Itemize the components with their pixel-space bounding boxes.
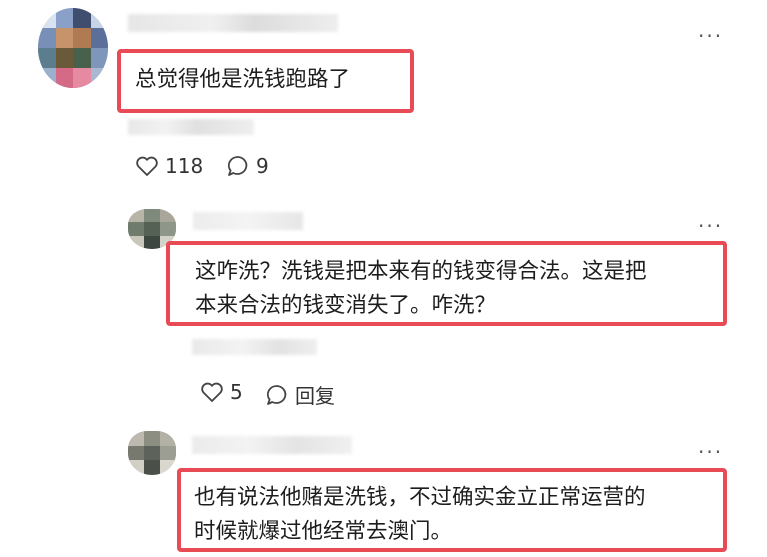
more-options-icon[interactable]: ··· — [698, 440, 723, 464]
comment-text-line-1: 也有说法他赌是洗钱，不过确实金立正常运营的 — [194, 485, 646, 510]
comment-text: 总觉得他是洗钱跑路了 — [135, 67, 351, 92]
speech-bubble-icon — [227, 156, 248, 176]
like-action[interactable]: 5 — [200, 380, 243, 404]
like-action[interactable]: 118 — [135, 154, 203, 178]
like-count: 5 — [230, 380, 243, 404]
heart-outline-icon — [136, 156, 158, 176]
comment-text-line-1: 这咋洗？洗钱是把本来有的钱变得合法。这是把 — [195, 259, 647, 284]
reply-button[interactable]: 回复 — [265, 380, 335, 409]
username-blurred — [128, 14, 338, 32]
timestamp-blurred — [128, 119, 254, 135]
avatar[interactable] — [128, 431, 176, 475]
reply-action[interactable]: 9 — [226, 154, 269, 178]
username-blurred — [192, 436, 352, 454]
speech-bubble-icon — [266, 384, 287, 405]
comment-text-line-2: 时候就爆过他经常去澳门。 — [194, 519, 453, 544]
heart-outline-icon — [201, 382, 223, 402]
timestamp-blurred — [192, 339, 317, 355]
like-count: 118 — [165, 154, 204, 178]
comment-text-line-2: 本来合法的钱变消失了。咋洗？ — [195, 293, 497, 318]
more-options-icon[interactable]: ··· — [698, 24, 723, 48]
avatar[interactable] — [38, 8, 108, 88]
reply-count: 9 — [256, 154, 269, 178]
username-blurred — [193, 212, 303, 230]
more-options-icon[interactable]: ··· — [698, 214, 723, 238]
reply-label: 回复 — [295, 384, 335, 408]
